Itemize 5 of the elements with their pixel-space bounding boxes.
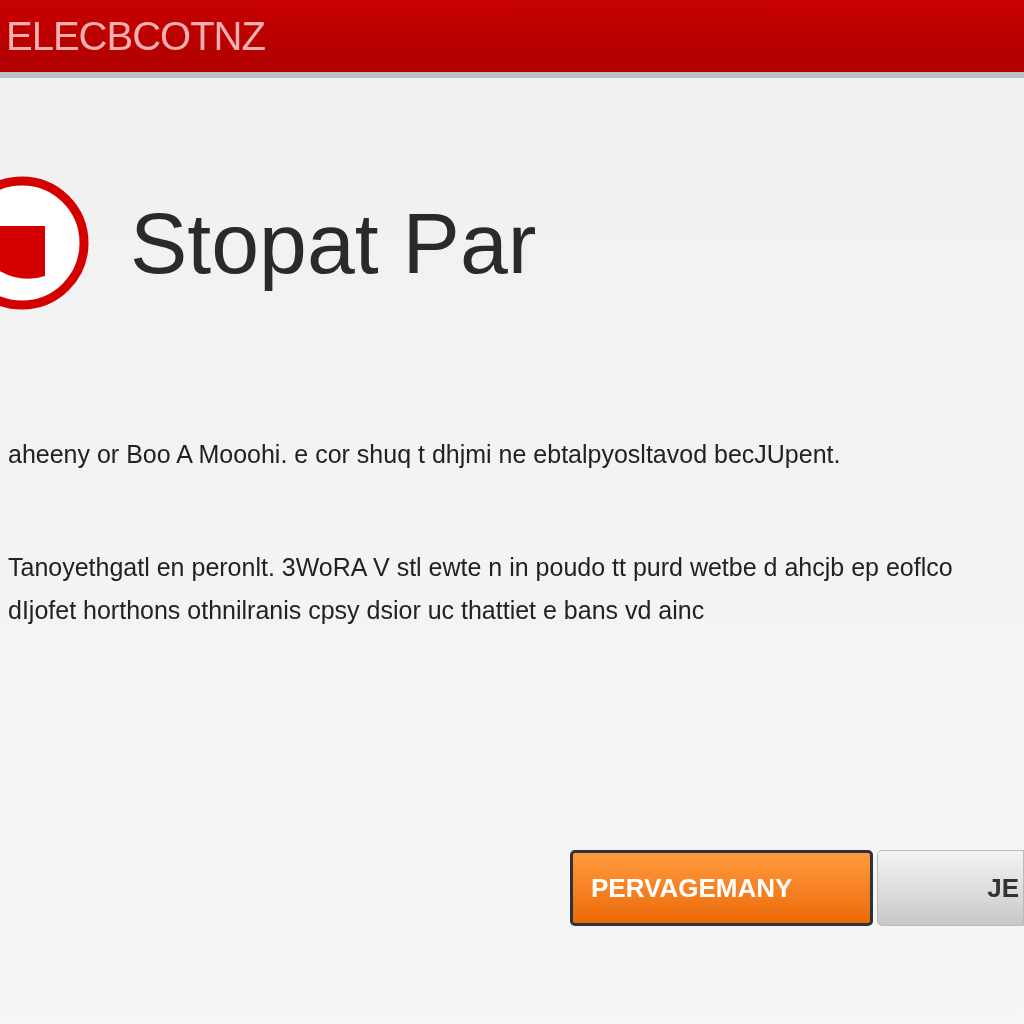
paragraph: aheeny or Boo A Mooohi. e cor shuq t dhjmi ne ebtalpyosltavod becJUpent.	[8, 439, 842, 470]
app-name: Stopat Par	[130, 193, 537, 293]
paragraph: Tanoyethgatl en peronlt. 3WoRA V stl ewte n in poudo tt purd wetbe d ahcjb ep eoflco dIjofet horthons othnilranis cpsy dsior uc thattiet e bans vd ainc	[8, 552, 954, 626]
secondary-button[interactable]: JE	[877, 850, 1024, 926]
header-title: ELECBCOTNZ	[6, 13, 265, 60]
